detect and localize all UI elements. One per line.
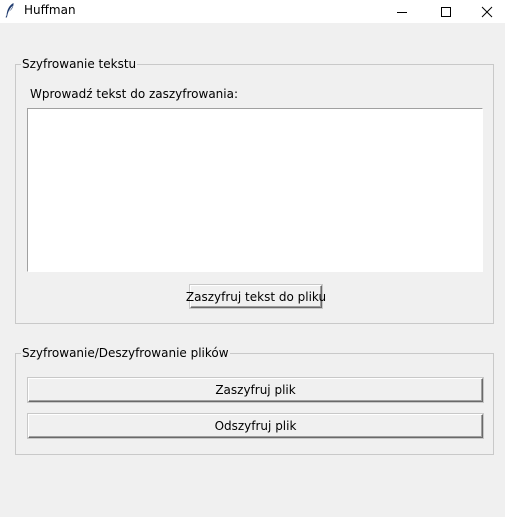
title-bar[interactable]: Huffman — [0, 0, 505, 23]
file-operations-group: Szyfrowanie/Deszyfrowanie plików Zaszyfr… — [15, 346, 494, 455]
text-encryption-legend: Szyfrowanie tekstu — [21, 57, 138, 71]
maximize-button[interactable] — [424, 0, 468, 23]
encrypt-text-to-file-button[interactable]: Zaszyfruj tekst do pliku — [186, 285, 326, 308]
decrypt-file-button[interactable]: Odszyfruj plik — [28, 414, 483, 438]
window-title: Huffman — [24, 3, 76, 17]
maximize-icon — [441, 6, 451, 17]
text-encryption-group: Szyfrowanie tekstu Wprowadź tekst do zas… — [15, 57, 494, 324]
encrypt-file-button[interactable]: Zaszyfruj plik — [28, 378, 483, 402]
text-input-area[interactable] — [27, 108, 483, 272]
close-button[interactable] — [468, 0, 505, 23]
close-icon — [481, 6, 492, 17]
minimize-button[interactable] — [380, 0, 424, 23]
minimize-icon — [397, 11, 407, 13]
file-operations-legend: Szyfrowanie/Deszyfrowanie plików — [21, 346, 230, 360]
text-input-prompt: Wprowadź tekst do zaszyfrowania: — [30, 87, 239, 101]
feather-icon — [5, 3, 14, 18]
